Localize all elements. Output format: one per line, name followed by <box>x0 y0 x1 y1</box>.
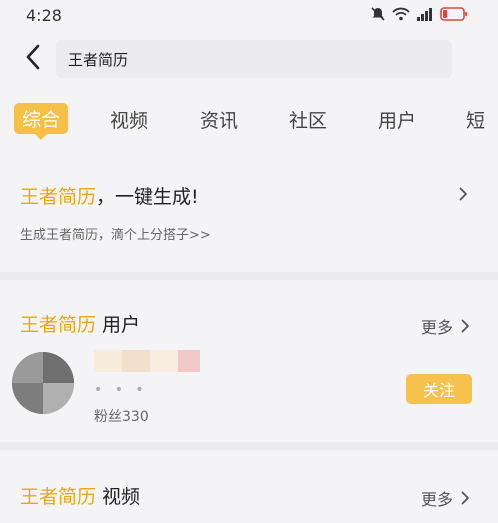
wifi-icon <box>392 7 410 21</box>
tab-users[interactable]: 用户 <box>378 106 416 133</box>
back-button[interactable] <box>18 42 48 72</box>
users-section-title: 王者简历 用户 <box>20 310 140 337</box>
tab-community[interactable]: 社区 <box>289 106 327 133</box>
title-highlight: 王者简历 <box>20 186 97 208</box>
battery-icon <box>440 7 467 21</box>
resume-card-title: 王者简历，一键生成! <box>20 182 199 209</box>
user-result-row[interactable]: • • • 粉丝330 关注 <box>0 346 498 436</box>
more-label: 更多 <box>420 490 453 509</box>
section-divider <box>0 442 498 450</box>
avatar[interactable] <box>12 352 74 414</box>
user-bio-dots: • • • <box>94 382 148 398</box>
resume-card-subtitle[interactable]: 生成王者简历，滴个上分搭子>> <box>20 224 211 243</box>
tab-news[interactable]: 资讯 <box>200 106 238 133</box>
tab-label: 资讯 <box>200 110 239 132</box>
search-box[interactable] <box>56 40 452 78</box>
tab-video[interactable]: 视频 <box>110 106 148 133</box>
tab-label: 短 <box>466 110 486 132</box>
tab-label: 社区 <box>289 110 328 132</box>
user-follower-count: 粉丝330 <box>94 409 149 425</box>
tab-label: 综合 <box>22 109 61 131</box>
signal-icon <box>417 8 432 21</box>
tab-label: 视频 <box>110 110 149 132</box>
video-more-button[interactable]: 更多 <box>421 486 470 510</box>
resume-generator-card[interactable]: 王者简历，一键生成! 生成王者简历，滴个上分搭子>> <box>0 162 498 272</box>
category-tabs: 综合 视频 资讯 社区 用户 短 <box>0 100 498 144</box>
title-rest: 视频 <box>96 486 141 508</box>
status-icons <box>370 6 468 22</box>
search-header <box>0 34 498 84</box>
users-section: 王者简历 用户 更多 • • • 粉丝330 关注 <box>0 282 498 442</box>
mute-icon <box>371 7 385 21</box>
users-more-button[interactable]: 更多 <box>421 314 470 338</box>
resume-card-chevron[interactable] <box>456 187 470 201</box>
chevron-right-icon <box>461 491 469 505</box>
chevron-right-icon <box>459 187 467 201</box>
active-tab-pointer <box>35 134 47 140</box>
title-rest: ，一键生成! <box>96 186 199 208</box>
more-label: 更多 <box>420 318 453 337</box>
tab-short[interactable]: 短 <box>466 106 485 133</box>
status-bar: 4:28 <box>0 0 498 34</box>
status-time: 4:28 <box>26 6 62 25</box>
title-rest: 用户 <box>96 314 141 336</box>
title-highlight: 王者简历 <box>20 314 97 336</box>
video-section-title: 王者简历 视频 <box>20 482 140 509</box>
section-divider <box>0 272 498 280</box>
search-input[interactable] <box>68 50 452 68</box>
follow-button[interactable]: 关注 <box>406 374 472 404</box>
title-highlight: 王者简历 <box>20 486 97 508</box>
tab-comprehensive[interactable]: 综合 <box>14 103 69 140</box>
tab-label: 用户 <box>378 110 417 132</box>
user-name-redacted <box>94 350 200 372</box>
video-section: 王者简历 视频 更多 <box>0 452 498 523</box>
chevron-right-icon <box>461 319 469 333</box>
chevron-left-icon <box>26 44 40 70</box>
